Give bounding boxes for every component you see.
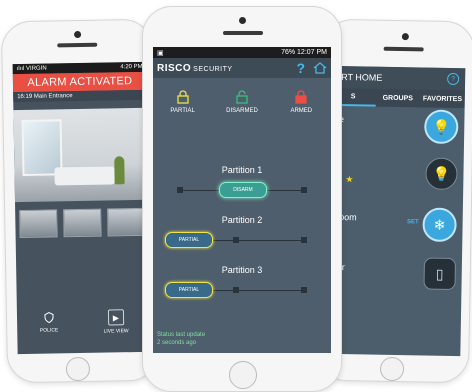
mode-partial[interactable]: PARTIAL (158, 90, 208, 130)
battery-level: 76% (281, 49, 296, 56)
live-view-action[interactable]: ▶ LIVE VIEW (103, 309, 129, 335)
police-action[interactable]: POLICE (40, 310, 59, 335)
partition-title: Partition 1 (221, 165, 263, 175)
status-footer-line: Status last update (157, 332, 206, 338)
sofa-shape (54, 166, 115, 186)
mode-label: ARMED (290, 108, 313, 114)
brand-sub: SECURITY (193, 65, 233, 73)
home-button[interactable] (229, 361, 257, 389)
slider-tick (301, 237, 307, 243)
status-footer-line: 2 seconds ago (157, 340, 197, 346)
camera (239, 17, 246, 24)
play-icon: ▶ (107, 309, 124, 326)
slider-tick (177, 187, 183, 193)
live-view-label: LIVE VIEW (103, 328, 129, 335)
partition-slider[interactable]: PARTIAL (165, 282, 307, 298)
camera-snapshot[interactable] (13, 107, 149, 203)
help-icon[interactable]: ? (296, 60, 305, 76)
app-header: ART HOME ? (330, 65, 466, 91)
slider-tick (233, 237, 239, 243)
partition-title: Partition 3 (221, 265, 263, 275)
brand-logo: RISCO SECURITY (157, 63, 233, 74)
set-button[interactable]: SET (407, 219, 419, 225)
door-icon[interactable]: ▯ (423, 257, 457, 291)
mode-label: PARTIAL (170, 108, 195, 114)
status-right: 76% 12:07 PM (281, 49, 327, 56)
status-footer: Status last update 2 seconds ago (157, 331, 205, 347)
brand-name: RISCO (157, 62, 192, 74)
mode-label: DISARMED (226, 108, 258, 114)
partition-title: Partition 2 (221, 215, 263, 225)
speaker (383, 46, 424, 52)
thumbnail[interactable] (19, 209, 58, 239)
bulb-icon[interactable]: 💡 (425, 157, 458, 191)
slider-thumb[interactable]: PARTIAL (165, 282, 213, 298)
thumbnail[interactable] (63, 208, 102, 238)
device-row[interactable]: Room SET ❄ (328, 206, 463, 250)
thumbnail-strip (15, 200, 150, 239)
camera (74, 30, 82, 39)
alarm-banner: ALARM ACTIVATED (12, 71, 148, 93)
police-icon (42, 310, 56, 324)
alarm-screen: ılııl VIRGIN 4:20 PM ALARM ACTIVATED 16:… (12, 61, 152, 355)
slider-thumb[interactable]: DISARM (219, 182, 267, 198)
home-button[interactable] (379, 356, 405, 382)
notification-icons: ▣ (157, 49, 164, 57)
star-icon[interactable]: ★ (345, 174, 353, 185)
police-label: POLICE (39, 327, 59, 334)
risco-screen: ▣ 76% 12:07 PM RISCO SECURITY ? PARTIAL … (153, 47, 331, 353)
tab-groups[interactable]: GROUPS (375, 89, 420, 108)
device-row[interactable]: n ★ 💡 (329, 156, 464, 200)
tab-favorites[interactable]: FAVORITES (420, 89, 465, 108)
mode-disarmed[interactable]: DISARMED (217, 90, 267, 130)
home-icon[interactable] (313, 62, 327, 74)
status-bar: ▣ 76% 12:07 PM (153, 47, 331, 58)
device-row[interactable]: ce 💡 (330, 108, 465, 152)
carrier-label: ılııl VIRGIN (16, 65, 47, 73)
header-title: ART HOME (335, 71, 383, 83)
event-line: 16:19 Main Entrance (13, 89, 148, 103)
info-icon[interactable]: ? (447, 72, 460, 86)
plant-shape (114, 156, 125, 185)
status-time: 4:20 PM (120, 63, 143, 71)
thumbnail[interactable] (107, 207, 146, 237)
slider-tick (233, 287, 239, 293)
home-button[interactable] (65, 356, 91, 382)
lock-icon (294, 90, 308, 104)
unlock-icon (235, 90, 249, 104)
smart-home-screen: ART HOME ? S GROUPS FAVORITES ce 💡 n ★ 💡… (326, 65, 466, 357)
tab-bar: S GROUPS FAVORITES (330, 87, 465, 109)
snowflake-icon[interactable]: ❄ (422, 207, 457, 243)
phone-center: ▣ 76% 12:07 PM RISCO SECURITY ? PARTIAL … (142, 6, 342, 392)
arm-mode-selector: PARTIAL DISARMED ARMED (153, 78, 331, 130)
device-row[interactable]: oor ▯ (327, 256, 462, 300)
speaker (223, 31, 263, 35)
camera (401, 33, 409, 41)
bulb-icon[interactable]: 💡 (424, 109, 459, 145)
phone-left: ılııl VIRGIN 4:20 PM ALARM ACTIVATED 16:… (0, 18, 160, 384)
lock-icon (176, 90, 190, 104)
status-time: 12:07 PM (297, 49, 327, 56)
slider-tick (301, 287, 307, 293)
mode-armed[interactable]: ARMED (276, 90, 326, 130)
speaker (57, 42, 98, 48)
slider-tick (301, 187, 307, 193)
partition-slider[interactable]: PARTIAL (165, 232, 307, 248)
slider-thumb[interactable]: PARTIAL (165, 232, 213, 248)
alarm-actions: POLICE ▶ LIVE VIEW (17, 309, 151, 336)
header-icons: ? (296, 60, 327, 76)
app-header: RISCO SECURITY ? (153, 58, 331, 78)
partition-slider[interactable]: DISARM (177, 182, 307, 198)
